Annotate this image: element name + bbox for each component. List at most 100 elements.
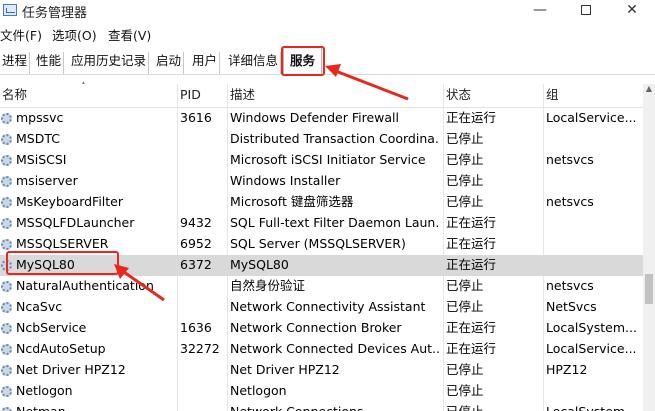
service-description: Net Driver HPZ12 [230, 362, 340, 377]
column-pid[interactable]: PID [177, 84, 227, 108]
service-description: Distributed Transaction Coordina... [230, 131, 440, 146]
service-name: NcbService [16, 320, 87, 335]
services-list: mpssvc 3616 Windows Defender Firewall 正在… [0, 108, 643, 411]
service-group [543, 234, 643, 255]
column-description[interactable]: 描述 [227, 84, 443, 108]
service-row[interactable]: Netman Network Connections 已停止 LocalSyst… [0, 402, 643, 411]
service-name: NcdAutoSetup [16, 341, 106, 356]
service-pid: 32272 [180, 341, 220, 356]
service-group: LocalSystem... [543, 402, 643, 411]
service-pid: 1636 [180, 320, 212, 335]
service-group: LocalService... [546, 341, 637, 356]
service-status: 已停止 [446, 173, 484, 188]
service-pid: 6372 [180, 257, 212, 272]
window-title: 任务管理器 [22, 6, 88, 21]
service-group: netsvcs [546, 152, 594, 167]
service-name: Netlogon [16, 383, 73, 398]
column-status[interactable]: 状态 [443, 84, 543, 108]
service-status: 已停止 [446, 152, 484, 167]
service-pid [177, 402, 224, 411]
service-name: MSSQLFDLauncher [16, 215, 135, 230]
service-description: SQL Full-text Filter Daemon Laun... [230, 215, 440, 230]
tab-users[interactable]: 用户 [190, 52, 221, 74]
scroll-thumb[interactable] [645, 274, 653, 304]
tab-services[interactable]: 服务 [283, 47, 323, 75]
tab-app-history[interactable]: 应用历史记录 [69, 52, 150, 74]
service-group: netsvcs [546, 194, 594, 209]
service-name: Netman [0, 402, 175, 411]
service-name: MSDTC [16, 131, 60, 146]
minimize-button[interactable]: — [517, 0, 563, 22]
scroll-up-icon[interactable]: ▲ [643, 84, 655, 98]
service-group: LocalSystem... [546, 320, 637, 335]
service-status: 正在运行 [446, 341, 497, 356]
menu-options[interactable]: 选项(O) [52, 25, 97, 44]
service-row[interactable]: NcaSvc Network Connectivity Assistant 已停… [0, 297, 643, 318]
service-pid: 6952 [180, 236, 212, 251]
service-pid [177, 360, 224, 381]
service-name: msiserver [16, 173, 78, 188]
service-description: Windows Installer [230, 173, 341, 188]
menu-view[interactable]: 查看(V) [108, 25, 151, 44]
tab-bar: 进程 性能 应用历史记录 启动 用户 详细信息 服务 [0, 47, 655, 75]
service-row[interactable]: NcbService 1636 Network Connection Broke… [0, 318, 643, 339]
column-name[interactable]: 名称 [0, 84, 177, 108]
service-description: MySQL80 [230, 257, 289, 272]
service-description: Network Connections [227, 402, 440, 411]
service-pid [177, 150, 224, 171]
service-row[interactable]: mpssvc 3616 Windows Defender Firewall 正在… [0, 108, 643, 129]
service-group: netsvcs [546, 278, 594, 293]
service-status: 已停止 [446, 194, 484, 209]
service-row[interactable]: MSSQLSERVER 6952 SQL Server (MSSQLSERVER… [0, 234, 643, 255]
service-pid [177, 276, 224, 297]
tab-processes[interactable]: 进程 [0, 52, 31, 74]
service-row[interactable]: MsKeyboardFilter Microsoft 键盘筛选器 已停止 net… [0, 192, 643, 213]
service-status: 已停止 [446, 299, 484, 314]
service-status: 已停止 [446, 383, 484, 398]
service-row[interactable]: NcdAutoSetup 32272 Network Connected Dev… [0, 339, 643, 360]
tab-details[interactable]: 详细信息 [226, 52, 282, 74]
close-button[interactable]: ✕ [609, 0, 655, 22]
tab-startup[interactable]: 启动 [154, 52, 185, 74]
service-name: NaturalAuthentication [16, 278, 154, 293]
menu-file[interactable]: 文件(F) [0, 25, 42, 44]
service-description: Network Connection Broker [230, 320, 402, 335]
service-group [543, 381, 643, 402]
service-pid [177, 192, 224, 213]
service-description: 自然身份验证 [230, 278, 306, 293]
service-description: Microsoft iSCSI Initiator Service [230, 152, 426, 167]
vertical-scrollbar[interactable]: ▲ [643, 84, 655, 411]
service-pid [177, 381, 224, 402]
service-pid: 9432 [180, 215, 212, 230]
service-group [543, 255, 643, 276]
service-status: 已停止 [446, 131, 484, 146]
service-status: 正在运行 [446, 257, 497, 272]
service-row[interactable]: MSSQLFDLauncher 9432 SQL Full-text Filte… [0, 213, 643, 234]
service-group: HPZ12 [546, 362, 588, 377]
service-name: mpssvc [16, 110, 64, 125]
service-status: 正在运行 [446, 215, 497, 230]
service-group [543, 171, 643, 192]
service-name: MySQL80 [16, 257, 75, 272]
service-description: Network Connectivity Assistant [230, 299, 426, 314]
service-description: Network Connected Devices Aut... [230, 341, 440, 356]
service-status: 已停止 [446, 362, 484, 377]
service-name: MSiSCSI [16, 152, 67, 167]
service-name: MSSQLSERVER [16, 236, 109, 251]
column-header: 名称 PID 描述 状态 组 [0, 84, 643, 108]
title-bar: 任务管理器 — ✕ [0, 0, 655, 22]
service-row[interactable]: MSiSCSI Microsoft iSCSI Initiator Servic… [0, 150, 643, 171]
service-row[interactable]: Net Driver HPZ12 Net Driver HPZ12 已停止 HP… [0, 360, 643, 381]
service-pid [177, 129, 224, 150]
service-row[interactable]: msiserver Windows Installer 已停止 [0, 171, 643, 192]
service-row[interactable]: MSDTC Distributed Transaction Coordina..… [0, 129, 643, 150]
column-group[interactable]: 组 [543, 84, 643, 108]
service-name: Net Driver HPZ12 [16, 362, 126, 377]
service-group: LocalService... [546, 110, 637, 125]
service-status: 正在运行 [446, 110, 497, 125]
service-row-selected[interactable]: MySQL80 6372 MySQL80 正在运行 [0, 255, 643, 276]
service-row[interactable]: NaturalAuthentication 自然身份验证 已停止 netsvcs [0, 276, 643, 297]
service-row[interactable]: Netlogon Netlogon 已停止 [0, 381, 643, 402]
tab-performance[interactable]: 性能 [34, 52, 65, 74]
maximize-button[interactable] [563, 0, 609, 22]
